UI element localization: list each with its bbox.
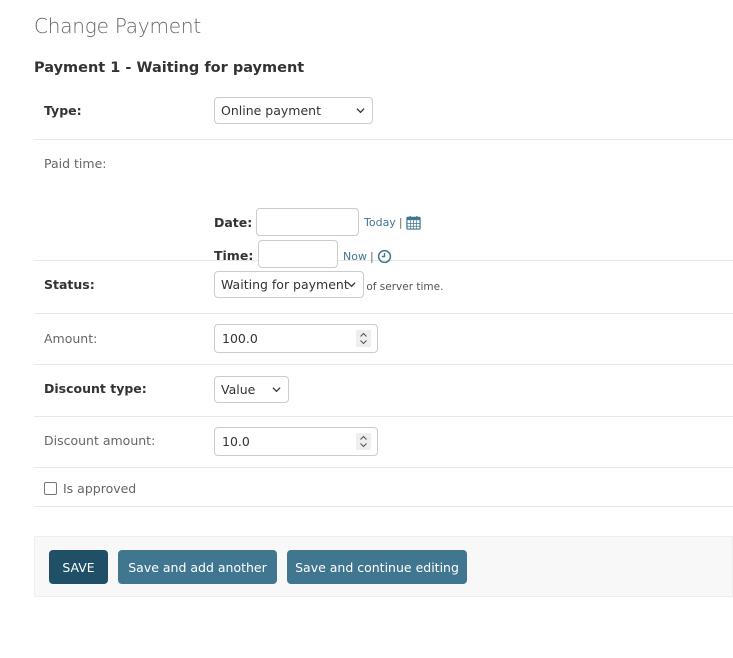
form-row-is-approved: Is approved xyxy=(34,468,733,507)
form-row-discount-type: Discount type: Value xyxy=(34,365,733,417)
save-and-continue-editing-button[interactable]: Save and continue editing xyxy=(287,550,467,584)
paid-time-label: Paid time: xyxy=(44,156,107,171)
fieldset-title: Payment 1 - Waiting for payment xyxy=(34,60,305,76)
today-link[interactable]: Today xyxy=(364,216,396,229)
save-button[interactable]: SAVE xyxy=(49,550,108,584)
discount-amount-value: 10.0 xyxy=(222,434,250,449)
date-input[interactable] xyxy=(256,208,359,236)
discount-type-label: Discount type: xyxy=(44,381,147,396)
page-title: Change Payment xyxy=(34,14,201,38)
form-row-paid-time: Paid time: Date: Today | Time: Now | of … xyxy=(34,140,733,293)
status-label: Status: xyxy=(44,277,95,292)
discount-type-select-value: Value xyxy=(221,382,256,397)
payment-form: Type: Online payment Paid time: Date: To… xyxy=(34,88,733,507)
discount-amount-input[interactable]: 10.0 xyxy=(214,427,378,456)
status-select-value: Waiting for payment xyxy=(221,277,349,292)
form-row-discount-amount: Discount amount: 10.0 xyxy=(34,417,733,468)
amount-spinner[interactable] xyxy=(356,330,371,347)
amount-input[interactable]: 100.0 xyxy=(214,324,378,353)
discount-amount-label: Discount amount: xyxy=(44,433,156,448)
form-row-type: Type: Online payment xyxy=(34,88,733,140)
chevron-down-icon xyxy=(356,108,365,114)
save-and-add-another-button[interactable]: Save and add another xyxy=(118,550,277,584)
spinner-arrows-icon xyxy=(360,332,367,345)
date-separator: | xyxy=(398,216,403,229)
date-shortcuts: Today | xyxy=(364,215,421,230)
calendar-icon[interactable] xyxy=(405,215,421,230)
type-select-value: Online payment xyxy=(221,103,321,118)
is-approved-label[interactable]: Is approved xyxy=(63,481,136,496)
date-sub-label: Date: xyxy=(214,215,253,230)
submit-row: SAVE Save and add another Save and conti… xyxy=(34,536,733,597)
type-select[interactable]: Online payment xyxy=(214,97,373,124)
form-row-amount: Amount: 100.0 xyxy=(34,314,733,365)
status-select[interactable]: Waiting for payment xyxy=(214,271,364,298)
type-label: Type: xyxy=(44,103,82,118)
spinner-arrows-icon xyxy=(360,435,367,448)
amount-label: Amount: xyxy=(44,331,98,346)
amount-value: 100.0 xyxy=(222,331,258,346)
form-row-status: Status: Waiting for payment xyxy=(34,261,733,314)
discount-amount-spinner[interactable] xyxy=(356,433,371,450)
discount-type-select[interactable]: Value xyxy=(214,376,289,403)
chevron-down-icon xyxy=(272,387,281,393)
is-approved-checkbox[interactable] xyxy=(44,482,57,495)
chevron-down-icon xyxy=(347,282,356,288)
